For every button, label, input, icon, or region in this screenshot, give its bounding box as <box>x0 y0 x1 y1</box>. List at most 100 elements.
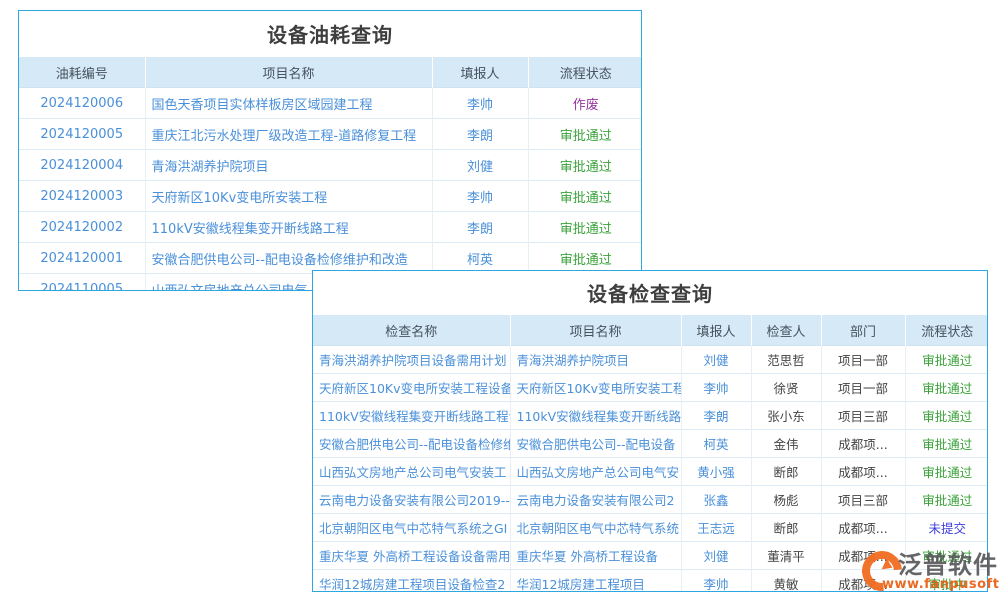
column-header: 流程状态 <box>528 57 642 88</box>
table-row[interactable]: 山西弘文房地产总公司电气安装工山西弘文房地产总公司电气安黄小强断郎成都项...审… <box>313 458 988 486</box>
column-header: 检查名称 <box>313 315 510 346</box>
cell-fuel-id[interactable]: 2024110005 <box>19 274 145 292</box>
cell-status: 作废 <box>528 88 642 119</box>
watermark-url: www.fanpusoft.com <box>882 577 1000 592</box>
cell-project-name[interactable]: 天府新区10Kv变电所安装工程 <box>145 181 432 212</box>
cell-reporter: 王志远 <box>681 514 751 542</box>
table-row[interactable]: 2024120001安徽合肥供电公司--配电设备检修维护和改造柯英审批通过 <box>19 243 642 274</box>
cell-reporter: 李朗 <box>432 212 528 243</box>
column-header: 填报人 <box>432 57 528 88</box>
cell-department: 成都项... <box>821 514 905 542</box>
cell-project-name[interactable]: 国色天香项目实体样板房区域园建工程 <box>145 88 432 119</box>
column-header: 部门 <box>821 315 905 346</box>
cell-inspection-name[interactable]: 北京朝阳区电气中芯特气系统之GI <box>313 514 510 542</box>
cell-inspection-name[interactable]: 云南电力设备安装有限公司2019--: <box>313 486 510 514</box>
cell-fuel-id[interactable]: 2024120003 <box>19 181 145 212</box>
cell-inspector: 黄敏 <box>751 570 821 593</box>
cell-fuel-id[interactable]: 2024120004 <box>19 150 145 181</box>
cell-reporter: 刘健 <box>681 542 751 570</box>
cell-reporter: 李帅 <box>681 570 751 593</box>
table-row[interactable]: 北京朝阳区电气中芯特气系统之GI北京朝阳区电气中芯特气系统王志远断郎成都项...… <box>313 514 988 542</box>
fuel-table: 油耗编号项目名称填报人流程状态 2024120006国色天香项目实体样板房区域园… <box>19 57 642 291</box>
cell-reporter: 李朗 <box>681 402 751 430</box>
table-row[interactable]: 天府新区10Kv变电所安装工程设备天府新区10Kv变电所安装工程李帅徐贤项目一部… <box>313 374 988 402</box>
table-row[interactable]: 2024120003天府新区10Kv变电所安装工程李帅审批通过 <box>19 181 642 212</box>
cell-project-name[interactable]: 110kV安徽线程集变开断线路 <box>510 402 681 430</box>
table-row[interactable]: 2024120006国色天香项目实体样板房区域园建工程李帅作废 <box>19 88 642 119</box>
cell-reporter: 李朗 <box>432 119 528 150</box>
cell-status: 审批通过 <box>905 486 988 514</box>
cell-project-name[interactable]: 110kV安徽线程集变开断线路工程 <box>145 212 432 243</box>
cell-status: 审批通过 <box>528 119 642 150</box>
cell-inspector: 杨彪 <box>751 486 821 514</box>
cell-reporter: 柯英 <box>681 430 751 458</box>
cell-status: 审批通过 <box>905 458 988 486</box>
cell-reporter: 刘健 <box>681 346 751 374</box>
cell-inspector: 断郎 <box>751 514 821 542</box>
cell-status: 审批通过 <box>905 374 988 402</box>
cell-reporter: 李帅 <box>681 374 751 402</box>
cell-inspection-name[interactable]: 重庆华夏 外高桥工程设备设备需用 <box>313 542 510 570</box>
table-row[interactable]: 2024120002110kV安徽线程集变开断线路工程李朗审批通过 <box>19 212 642 243</box>
cell-inspection-name[interactable]: 安徽合肥供电公司--配电设备检修维 <box>313 430 510 458</box>
cell-project-name[interactable]: 青海洪湖养护院项目 <box>145 150 432 181</box>
cell-reporter: 柯英 <box>432 243 528 274</box>
table-row[interactable]: 云南电力设备安装有限公司2019--:云南电力设备安装有限公司2张鑫杨彪项目三部… <box>313 486 988 514</box>
table-row[interactable]: 110kV安徽线程集变开断线路工程计110kV安徽线程集变开断线路李朗张小东项目… <box>313 402 988 430</box>
cell-department: 项目三部 <box>821 402 905 430</box>
cell-inspection-name[interactable]: 华润12城房建工程项目设备检查2 <box>313 570 510 593</box>
cell-department: 项目三部 <box>821 486 905 514</box>
cell-inspection-name[interactable]: 青海洪湖养护院项目设备需用计划 <box>313 346 510 374</box>
cell-project-name[interactable]: 华润12城房建工程项目 <box>510 570 681 593</box>
table-row[interactable]: 2024120005重庆江北污水处理厂级改造工程-道路修复工程李朗审批通过 <box>19 119 642 150</box>
cell-status: 审批通过 <box>528 212 642 243</box>
cell-reporter: 李帅 <box>432 88 528 119</box>
cell-inspector: 范思哲 <box>751 346 821 374</box>
fuel-window-title: 设备油耗查询 <box>19 11 641 57</box>
table-row[interactable]: 青海洪湖养护院项目设备需用计划青海洪湖养护院项目刘健范思哲项目一部审批通过 <box>313 346 988 374</box>
fuel-table-header-row: 油耗编号项目名称填报人流程状态 <box>19 57 642 88</box>
cell-department: 成都项... <box>821 458 905 486</box>
cell-inspection-name[interactable]: 天府新区10Kv变电所安装工程设备 <box>313 374 510 402</box>
cell-inspection-name[interactable]: 110kV安徽线程集变开断线路工程计 <box>313 402 510 430</box>
cell-reporter: 刘健 <box>432 150 528 181</box>
column-header: 项目名称 <box>510 315 681 346</box>
inspection-table-header-row: 检查名称项目名称填报人检查人部门流程状态 <box>313 315 988 346</box>
fuel-query-window: 设备油耗查询 油耗编号项目名称填报人流程状态 2024120006国色天香项目实… <box>18 10 642 291</box>
cell-project-name[interactable]: 安徽合肥供电公司--配电设备检修维护和改造 <box>145 243 432 274</box>
column-header: 油耗编号 <box>19 57 145 88</box>
cell-status: 审批通过 <box>528 181 642 212</box>
cell-project-name[interactable]: 重庆华夏 外高桥工程设备 <box>510 542 681 570</box>
cell-project-name[interactable]: 北京朝阳区电气中芯特气系统 <box>510 514 681 542</box>
cell-project-name[interactable]: 青海洪湖养护院项目 <box>510 346 681 374</box>
cell-status: 审批通过 <box>905 402 988 430</box>
cell-status: 审批通过 <box>905 430 988 458</box>
cell-status: 审批通过 <box>528 150 642 181</box>
table-row[interactable]: 2024120004青海洪湖养护院项目刘健审批通过 <box>19 150 642 181</box>
watermark-brand: 泛普软件 <box>898 545 998 580</box>
cell-project-name[interactable]: 山西弘文房地产总公司电气安 <box>510 458 681 486</box>
cell-inspector: 董清平 <box>751 542 821 570</box>
cell-project-name[interactable]: 天府新区10Kv变电所安装工程 <box>510 374 681 402</box>
cell-project-name[interactable]: 安徽合肥供电公司--配电设备 <box>510 430 681 458</box>
cell-fuel-id[interactable]: 2024120002 <box>19 212 145 243</box>
cell-fuel-id[interactable]: 2024120006 <box>19 88 145 119</box>
cell-reporter: 黄小强 <box>681 458 751 486</box>
inspection-window-title: 设备检查查询 <box>313 271 987 315</box>
cell-project-name[interactable]: 重庆江北污水处理厂级改造工程-道路修复工程 <box>145 119 432 150</box>
cell-inspector: 金伟 <box>751 430 821 458</box>
cell-project-name[interactable]: 云南电力设备安装有限公司2 <box>510 486 681 514</box>
cell-reporter: 张鑫 <box>681 486 751 514</box>
cell-inspector: 断郎 <box>751 458 821 486</box>
cell-fuel-id[interactable]: 2024120001 <box>19 243 145 274</box>
cell-fuel-id[interactable]: 2024120005 <box>19 119 145 150</box>
cell-inspector: 徐贤 <box>751 374 821 402</box>
column-header: 项目名称 <box>145 57 432 88</box>
cell-status: 未提交 <box>905 514 988 542</box>
cell-department: 成都项... <box>821 430 905 458</box>
cell-status: 审批通过 <box>905 346 988 374</box>
cell-inspection-name[interactable]: 山西弘文房地产总公司电气安装工 <box>313 458 510 486</box>
cell-reporter: 李帅 <box>432 181 528 212</box>
table-row[interactable]: 安徽合肥供电公司--配电设备检修维安徽合肥供电公司--配电设备柯英金伟成都项..… <box>313 430 988 458</box>
column-header: 检查人 <box>751 315 821 346</box>
